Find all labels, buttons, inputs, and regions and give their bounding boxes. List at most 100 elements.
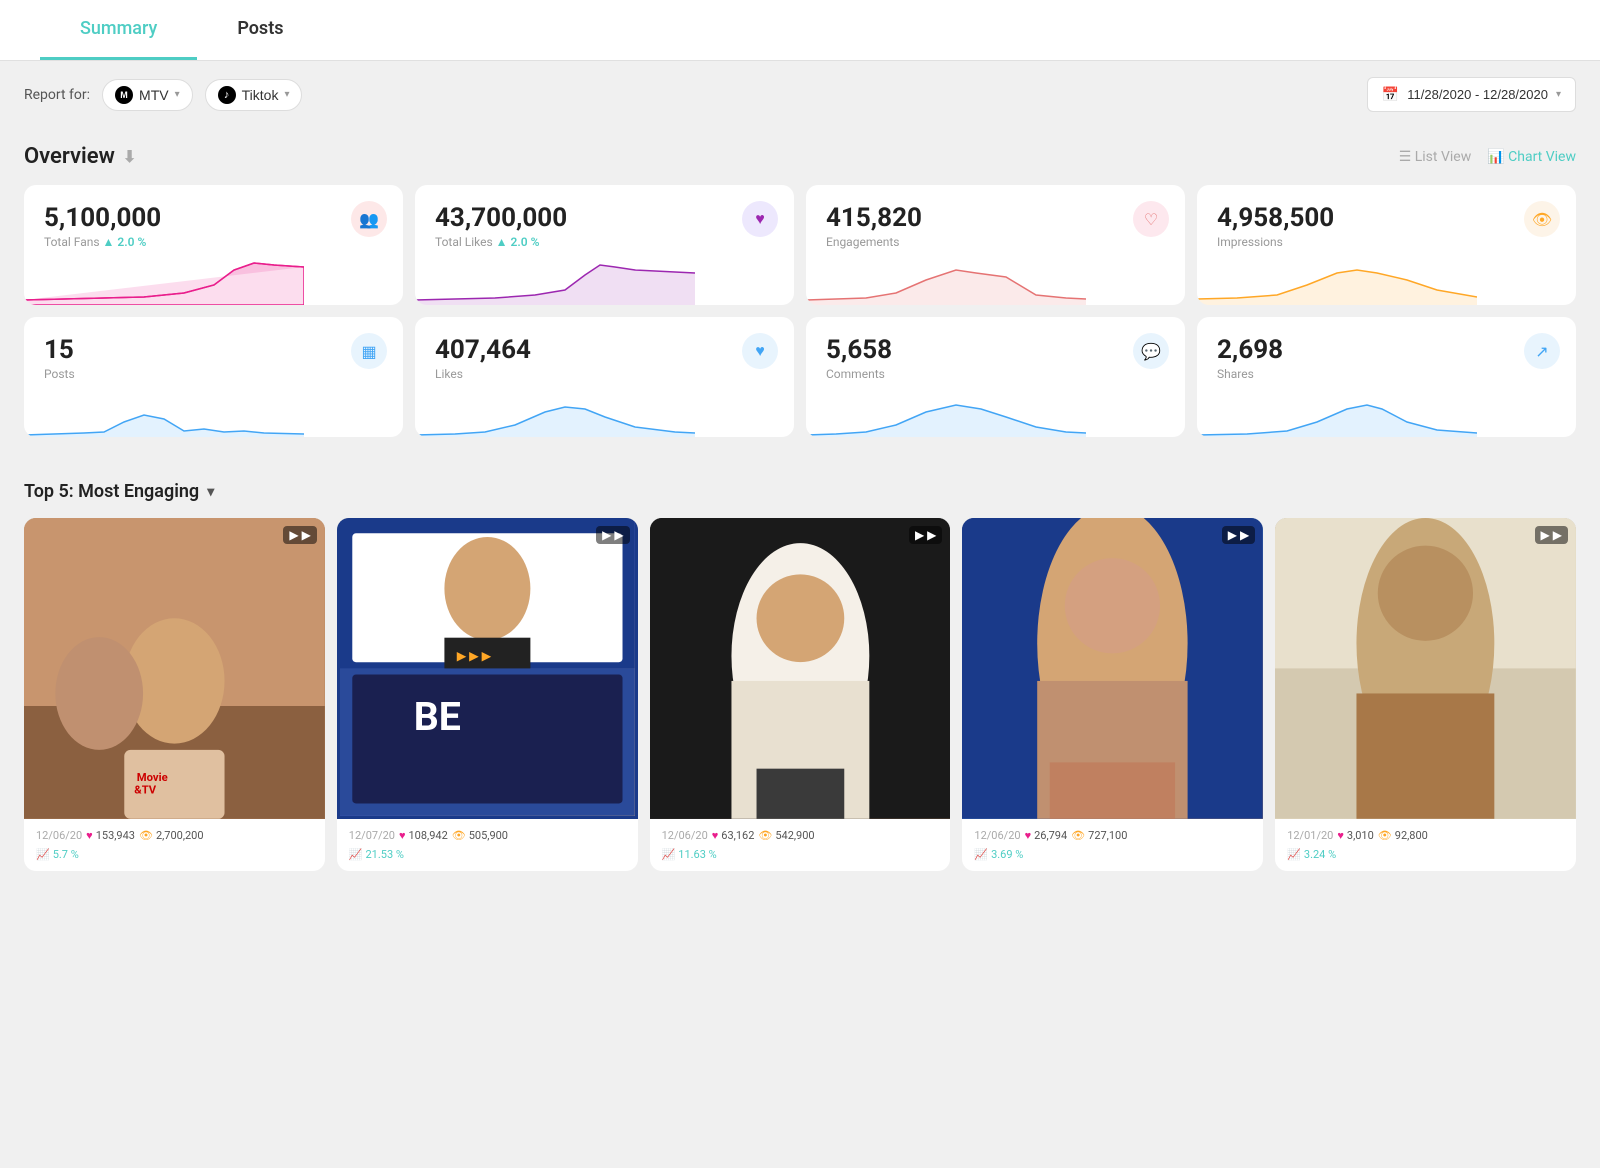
mtv-icon: M (115, 86, 133, 104)
tab-summary[interactable]: Summary (40, 0, 197, 60)
post-card-5[interactable]: ▶ ▶ 12/01/20 ♥ 3,010 👁 92,800 📈 3.24 % (1275, 518, 1576, 871)
report-label: Report for: (24, 87, 90, 103)
likes-icon: ♥ (742, 333, 778, 369)
stat-card-engagements: ♡ 415,820 Engagements (806, 185, 1185, 305)
chevron-down-icon: ▾ (175, 89, 180, 100)
posts-value: 15 (44, 335, 383, 365)
post-likes-4: ♥ 26,794 (1025, 829, 1068, 842)
post-growth-5: 📈 3.24 % (1287, 848, 1564, 861)
view-toggle: ☰ List View 📊 Chart View (1399, 149, 1576, 165)
post-growth-3: 📈 11.63 % (662, 848, 939, 861)
stats-row-1: 👥 5,100,000 Total Fans ▲ 2.0 % ♥ 43,700,… (24, 185, 1576, 305)
shares-value: 2,698 (1217, 335, 1556, 365)
post-stats-3: 12/06/20 ♥ 63,162 👁 542,900 📈 11.63 % (650, 819, 951, 871)
post-image-4: ▶ ▶ (962, 518, 1263, 819)
comments-icon: 💬 (1133, 333, 1169, 369)
post-thumbnail-3 (650, 518, 951, 819)
post-thumbnail-1: Movie &TV (24, 518, 325, 819)
likes-value: 407,464 (435, 335, 774, 365)
engagements-value: 415,820 (826, 203, 1165, 233)
post-stats-5: 12/01/20 ♥ 3,010 👁 92,800 📈 3.24 % (1275, 819, 1576, 871)
post-views-2: 👁 505,900 (452, 829, 508, 842)
total-likes-value: 43,700,000 (435, 203, 774, 233)
date-range-label: 11/28/2020 - 12/28/2020 (1407, 87, 1548, 102)
post-date-2: 12/07/20 (349, 829, 395, 842)
comments-label: Comments (826, 367, 1165, 381)
post-date-1: 12/06/20 (36, 829, 82, 842)
post-thumbnail-5 (1275, 518, 1576, 819)
likes-label: Likes (435, 367, 774, 381)
post-image-1: Movie &TV ▶ ▶ (24, 518, 325, 819)
list-view-toggle[interactable]: ☰ List View (1399, 149, 1472, 165)
platform-dropdown[interactable]: ♪ Tiktok ▾ (205, 79, 303, 111)
engagements-icon: ♡ (1133, 201, 1169, 237)
post-views-4: 👁 727,100 (1071, 829, 1127, 842)
post-image-5: ▶ ▶ (1275, 518, 1576, 819)
tiktok-icon: ♪ (218, 86, 236, 104)
fans-label: Total Fans ▲ 2.0 % (44, 235, 383, 249)
stat-card-likes: ♥ 407,464 Likes (415, 317, 794, 437)
overview-title: Overview ⬇ (24, 144, 136, 169)
channel-dropdown[interactable]: M MTV ▾ (102, 79, 193, 111)
post-image-3: ▶ ▶ (650, 518, 951, 819)
engagements-label: Engagements (826, 235, 1165, 249)
post-thumbnail-4 (962, 518, 1263, 819)
download-icon[interactable]: ⬇ (123, 147, 136, 166)
video-icon-5: ▶ ▶ (1535, 526, 1568, 544)
stat-card-impressions: 👁 4,958,500 Impressions (1197, 185, 1576, 305)
fans-icon: 👥 (351, 201, 387, 237)
post-card-4[interactable]: ▶ ▶ 12/06/20 ♥ 26,794 👁 727,100 📈 3.69 % (962, 518, 1263, 871)
post-growth-4: 📈 3.69 % (974, 848, 1251, 861)
top5-section: Top 5: Most Engaging ▾ Movie &TV (0, 465, 1600, 887)
svg-text:Movie: Movie (137, 771, 168, 784)
chart-icon: 📊 (1487, 149, 1504, 165)
chart-view-toggle[interactable]: 📊 Chart View (1487, 149, 1576, 165)
video-icon-3: ▶ ▶ (909, 526, 942, 544)
top5-header: Top 5: Most Engaging ▾ (24, 481, 1576, 502)
post-views-1: 👁 2,700,200 (139, 829, 204, 842)
post-date-4: 12/06/20 (974, 829, 1020, 842)
list-icon: ☰ (1399, 149, 1412, 165)
stat-card-fans: 👥 5,100,000 Total Fans ▲ 2.0 % (24, 185, 403, 305)
post-likes-3: ♥ 63,162 (712, 829, 755, 842)
calendar-icon: 📅 (1382, 86, 1399, 103)
stat-card-total-likes: ♥ 43,700,000 Total Likes ▲ 2.0 % (415, 185, 794, 305)
toolbar: Report for: M MTV ▾ ♪ Tiktok ▾ 📅 11/28/2… (0, 61, 1600, 128)
overview-header: Overview ⬇ ☰ List View 📊 Chart View (24, 144, 1576, 169)
stat-card-posts: ▦ 15 Posts (24, 317, 403, 437)
toolbar-left: Report for: M MTV ▾ ♪ Tiktok ▾ (24, 79, 302, 111)
impressions-label: Impressions (1217, 235, 1556, 249)
total-likes-icon: ♥ (742, 201, 778, 237)
video-icon-1: ▶ ▶ (283, 526, 316, 544)
overview-section: Overview ⬇ ☰ List View 📊 Chart View 👥 5,… (0, 128, 1600, 465)
date-range-button[interactable]: 📅 11/28/2020 - 12/28/2020 ▾ (1367, 77, 1576, 112)
top5-dropdown-icon[interactable]: ▾ (207, 484, 214, 500)
post-likes-2: ♥ 108,942 (399, 829, 448, 842)
top-tabs: Summary Posts (0, 0, 1600, 61)
post-image-2: ▶ ▶ ▶ BE ▶ ▶ (337, 518, 638, 819)
post-growth-2: 📈 21.53 % (349, 848, 626, 861)
post-likes-5: ♥ 3,010 (1337, 829, 1373, 842)
top5-title: Top 5: Most Engaging (24, 481, 199, 502)
shares-label: Shares (1217, 367, 1556, 381)
svg-text:&TV: &TV (134, 784, 156, 797)
post-card-2[interactable]: ▶ ▶ ▶ BE ▶ ▶ 12/07/20 ♥ 108,942 👁 505,90… (337, 518, 638, 871)
impressions-value: 4,958,500 (1217, 203, 1556, 233)
post-stats-4: 12/06/20 ♥ 26,794 👁 727,100 📈 3.69 % (962, 819, 1263, 871)
post-date-5: 12/01/20 (1287, 829, 1333, 842)
post-growth-1: 📈 5.7 % (36, 848, 313, 861)
post-card-3[interactable]: ▶ ▶ 12/06/20 ♥ 63,162 👁 542,900 📈 11.63 … (650, 518, 951, 871)
posts-icon: ▦ (351, 333, 387, 369)
comments-value: 5,658 (826, 335, 1165, 365)
video-icon-2: ▶ ▶ (596, 526, 629, 544)
post-card-1[interactable]: Movie &TV ▶ ▶ 12/06/20 ♥ 153,943 👁 2,700… (24, 518, 325, 871)
post-likes-1: ♥ 153,943 (86, 829, 135, 842)
stat-card-comments: 💬 5,658 Comments (806, 317, 1185, 437)
post-views-5: 👁 92,800 (1378, 829, 1428, 842)
post-views-3: 👁 542,900 (758, 829, 814, 842)
stat-card-shares: ↗ 2,698 Shares (1197, 317, 1576, 437)
fans-value: 5,100,000 (44, 203, 383, 233)
tab-posts[interactable]: Posts (197, 0, 323, 60)
svg-text:▶ ▶ ▶: ▶ ▶ ▶ (456, 649, 491, 663)
posts-grid: Movie &TV ▶ ▶ 12/06/20 ♥ 153,943 👁 2,700… (24, 518, 1576, 871)
